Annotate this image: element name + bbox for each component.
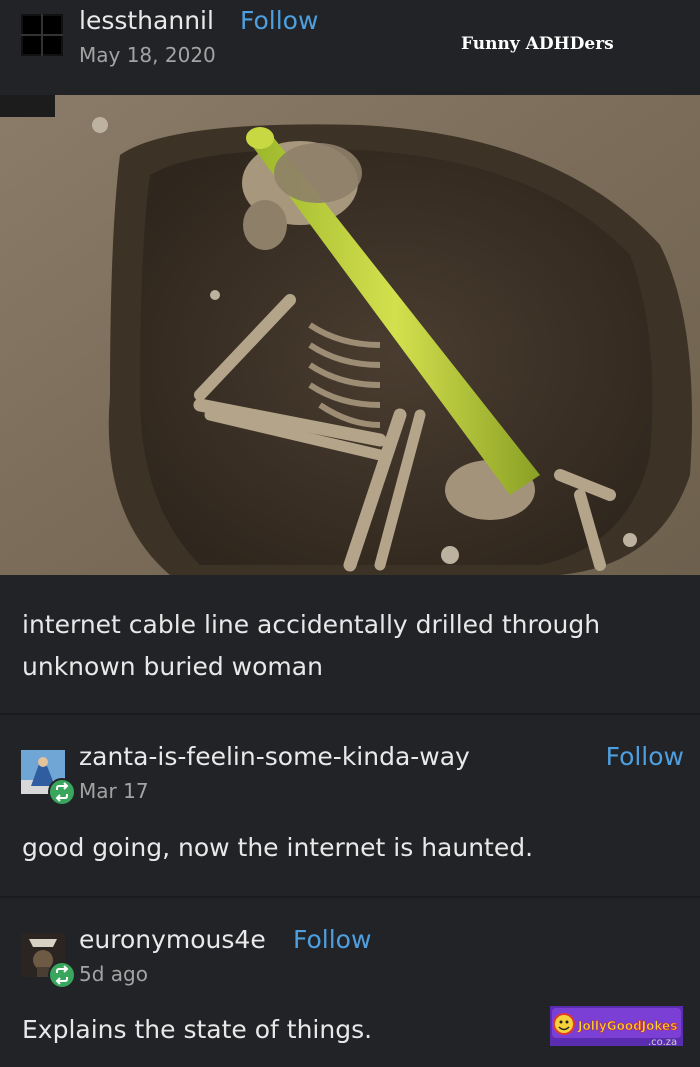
follow-button[interactable]: Follow: [240, 6, 318, 35]
post-caption: internet cable line accidentally drilled…: [22, 610, 601, 681]
divider: [0, 713, 700, 715]
reply-date: Mar 17: [79, 779, 149, 803]
reply-username[interactable]: euronymous4e: [79, 925, 266, 954]
post-username[interactable]: lessthannil: [79, 6, 214, 35]
watermark: Funny ADHDers: [461, 34, 614, 54]
reblog-icon: [48, 778, 76, 806]
avatar[interactable]: [21, 14, 63, 56]
follow-button[interactable]: Follow: [293, 925, 371, 954]
reblog-icon: [48, 961, 76, 989]
post-photo[interactable]: [0, 95, 700, 575]
reply-text: Explains the state of things.: [22, 1015, 373, 1044]
follow-button[interactable]: Follow: [606, 742, 684, 771]
post-header: lessthannil Follow May 18, 2020 Funny AD…: [0, 0, 700, 95]
logo-domain: .co.za: [648, 1037, 678, 1048]
post-date: May 18, 2020: [79, 43, 216, 67]
logo-text: JollyGoodJokes: [577, 1019, 677, 1033]
divider: [0, 896, 700, 898]
reply-text: good going, now the internet is haunted.: [22, 833, 534, 862]
reply-date: 5d ago: [79, 962, 148, 986]
reply-username[interactable]: zanta-is-feelin-some-kinda-way: [79, 742, 470, 771]
